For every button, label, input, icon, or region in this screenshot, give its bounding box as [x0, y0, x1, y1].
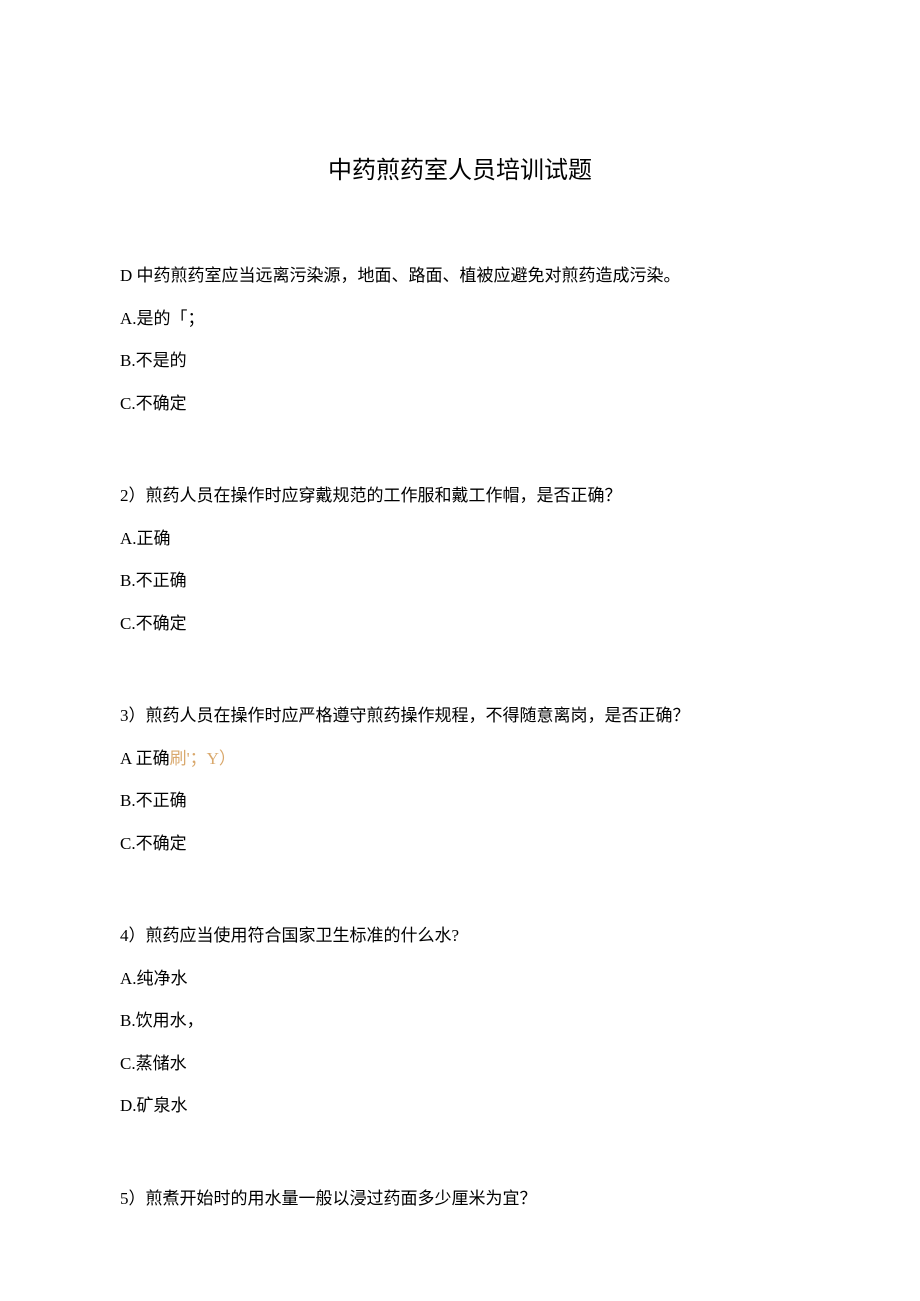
option-a: A.是的「；: [120, 298, 800, 341]
question-4: 4）煎药应当使用符合国家卫生标准的什么水? A.纯净水 B.饮用水， C.蒸储水…: [120, 915, 800, 1128]
document-title: 中药煎药室人员培训试题: [120, 150, 800, 185]
question-1: D 中药煎药室应当远离污染源，地面、路面、植被应避免对煎药造成污染。 A.是的「…: [120, 255, 800, 425]
option-b: B.不正确: [120, 560, 800, 603]
option-d: D.矿泉水: [120, 1085, 800, 1128]
question-prompt: 5）煎煮开始时的用水量一般以浸过药面多少厘米为宜？: [120, 1178, 800, 1221]
option-a: A.纯净水: [120, 958, 800, 1001]
question-prompt: D 中药煎药室应当远离污染源，地面、路面、植被应避免对煎药造成污染。: [120, 255, 800, 298]
option-b: B.饮用水，: [120, 1000, 800, 1043]
option-c: C.不确定: [120, 823, 800, 866]
option-a: A 正确刷'；Y）: [120, 738, 800, 781]
option-c: C.不确定: [120, 603, 800, 646]
question-3: 3）煎药人员在操作时应严格遵守煎药操作规程，不得随意离岗，是否正确？ A 正确刷…: [120, 695, 800, 865]
option-c: C.不确定: [120, 383, 800, 426]
option-b: B.不是的: [120, 340, 800, 383]
question-prompt: 3）煎药人员在操作时应严格遵守煎药操作规程，不得随意离岗，是否正确？: [120, 695, 800, 738]
question-2: 2）煎药人员在操作时应穿戴规范的工作服和戴工作帽，是否正确？ A.正确 B.不正…: [120, 475, 800, 645]
option-a: A.正确: [120, 518, 800, 561]
question-5: 5）煎煮开始时的用水量一般以浸过药面多少厘米为宜？: [120, 1178, 800, 1221]
question-prompt: 4）煎药应当使用符合国家卫生标准的什么水?: [120, 915, 800, 958]
option-c: C.蒸储水: [120, 1043, 800, 1086]
question-prompt: 2）煎药人员在操作时应穿戴规范的工作服和戴工作帽，是否正确？: [120, 475, 800, 518]
option-b: B.不正确: [120, 780, 800, 823]
